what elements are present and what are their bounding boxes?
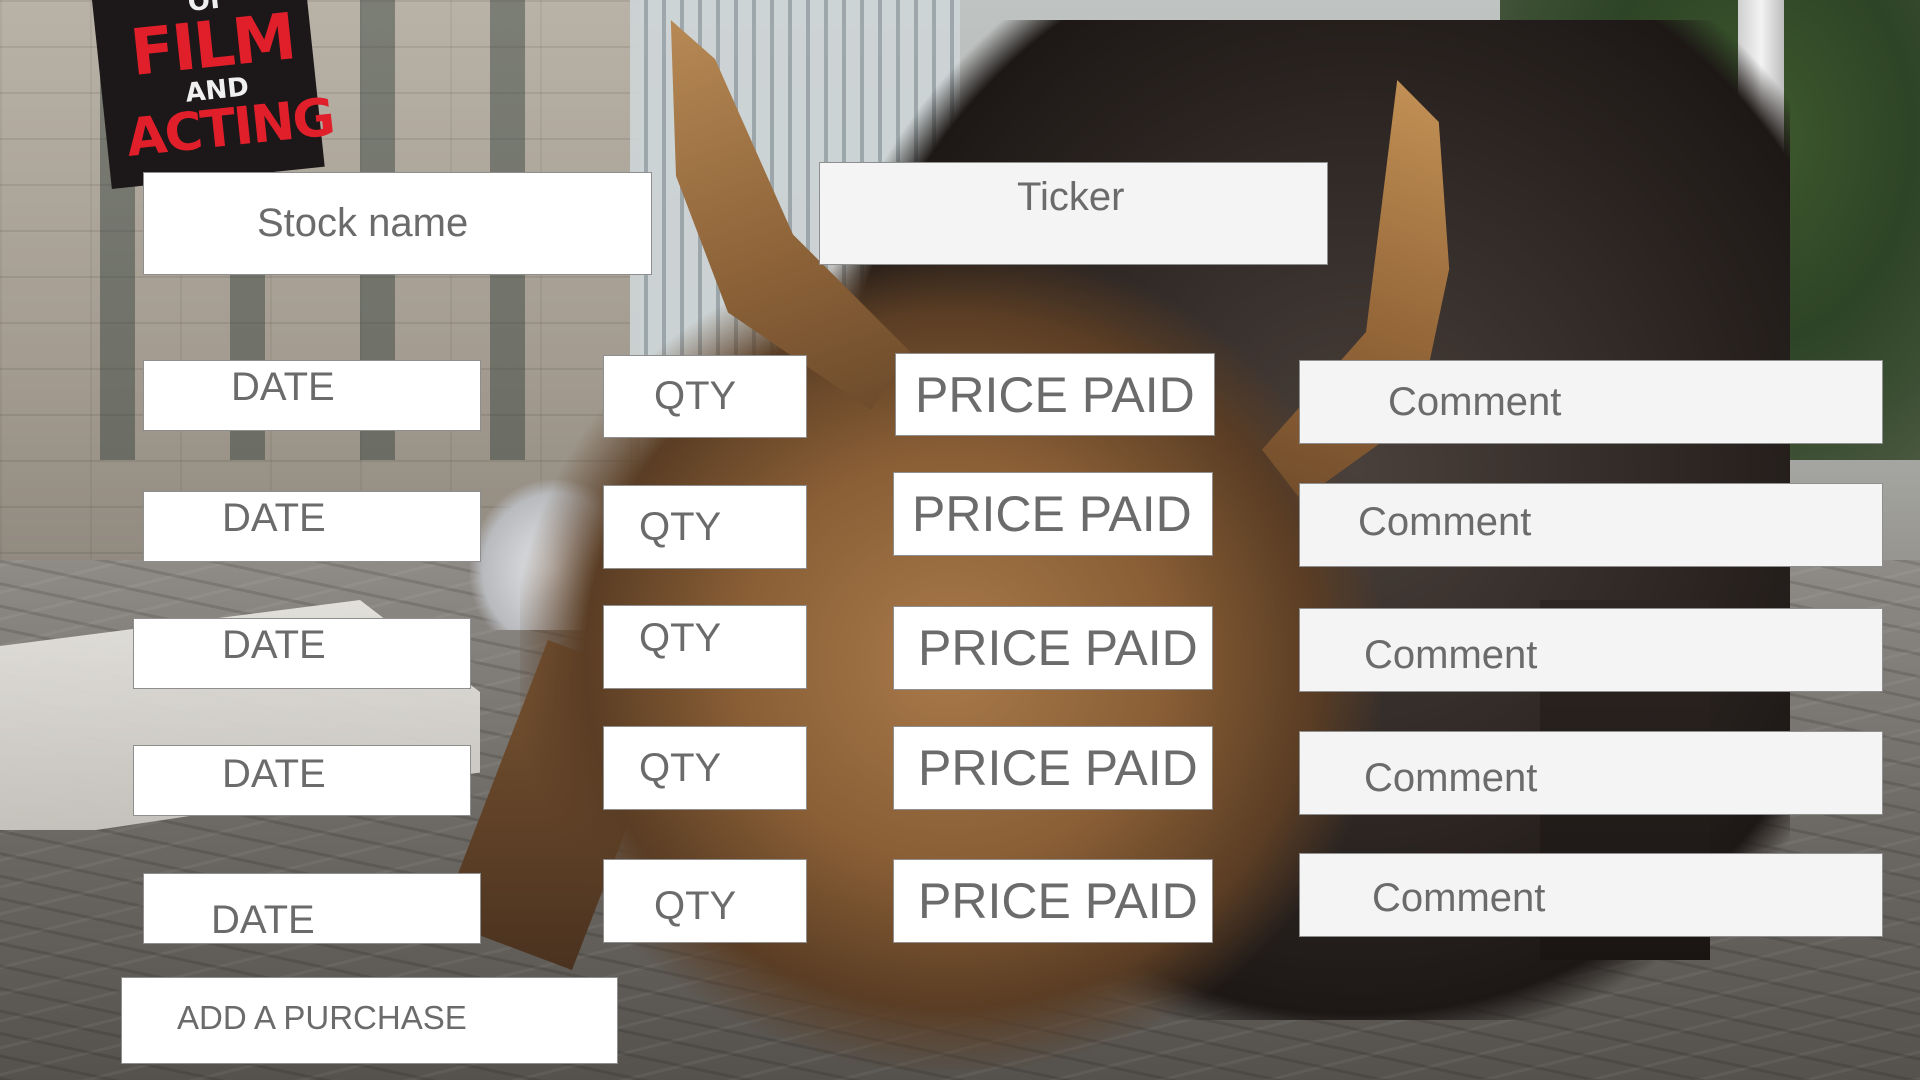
comment-placeholder: Comment [1364, 755, 1538, 800]
date-field[interactable]: DATE [143, 491, 481, 562]
price-paid-placeholder: PRICE PAID [918, 620, 1198, 676]
comment-field[interactable]: Comment [1299, 853, 1883, 937]
background-sign: OF FILM AND ACTING [92, 0, 337, 189]
price-paid-placeholder: PRICE PAID [918, 873, 1198, 929]
qty-placeholder: QTY [639, 504, 722, 549]
qty-field[interactable]: QTY [603, 605, 807, 689]
date-field[interactable]: DATE [143, 360, 481, 431]
stock-name-placeholder: Stock name [257, 201, 469, 245]
qty-placeholder: QTY [639, 745, 722, 790]
date-placeholder: DATE [222, 752, 326, 796]
ticker-placeholder: Ticker [1017, 175, 1125, 219]
price-paid-field[interactable]: PRICE PAID [893, 726, 1213, 810]
price-paid-placeholder: PRICE PAID [915, 366, 1195, 423]
date-field[interactable]: DATE [133, 618, 471, 689]
stock-name-field[interactable]: Stock name [143, 172, 652, 275]
price-paid-field[interactable]: PRICE PAID [893, 606, 1213, 690]
price-paid-placeholder: PRICE PAID [918, 740, 1198, 796]
app-canvas: OF FILM AND ACTING Stock name Ticker DAT… [0, 0, 1920, 1080]
qty-field[interactable]: QTY [603, 355, 807, 438]
comment-placeholder: Comment [1372, 875, 1546, 920]
qty-placeholder: QTY [654, 883, 737, 928]
add-purchase-label: ADD A PURCHASE [177, 998, 467, 1036]
qty-field[interactable]: QTY [603, 485, 807, 569]
date-placeholder: DATE [222, 496, 326, 540]
date-placeholder: DATE [231, 365, 335, 409]
sign-text: OF FILM AND ACTING [112, 0, 337, 169]
comment-field[interactable]: Comment [1299, 483, 1883, 567]
date-placeholder: DATE [211, 898, 315, 942]
add-purchase-button[interactable]: ADD A PURCHASE [121, 977, 618, 1064]
price-paid-field[interactable]: PRICE PAID [895, 353, 1215, 436]
comment-placeholder: Comment [1358, 499, 1532, 544]
qty-field[interactable]: QTY [603, 859, 807, 943]
date-field[interactable]: DATE [133, 745, 471, 816]
comment-field[interactable]: Comment [1299, 360, 1883, 444]
price-paid-field[interactable]: PRICE PAID [893, 472, 1213, 556]
comment-placeholder: Comment [1388, 379, 1562, 424]
qty-field[interactable]: QTY [603, 726, 807, 810]
qty-placeholder: QTY [639, 615, 722, 660]
ticker-field[interactable]: Ticker [819, 162, 1328, 265]
comment-field[interactable]: Comment [1299, 608, 1883, 692]
price-paid-placeholder: PRICE PAID [912, 486, 1192, 542]
comment-placeholder: Comment [1364, 632, 1538, 677]
price-paid-field[interactable]: PRICE PAID [893, 859, 1213, 943]
date-placeholder: DATE [222, 623, 326, 667]
qty-placeholder: QTY [654, 374, 737, 418]
date-field[interactable]: DATE [143, 873, 481, 944]
comment-field[interactable]: Comment [1299, 731, 1883, 815]
